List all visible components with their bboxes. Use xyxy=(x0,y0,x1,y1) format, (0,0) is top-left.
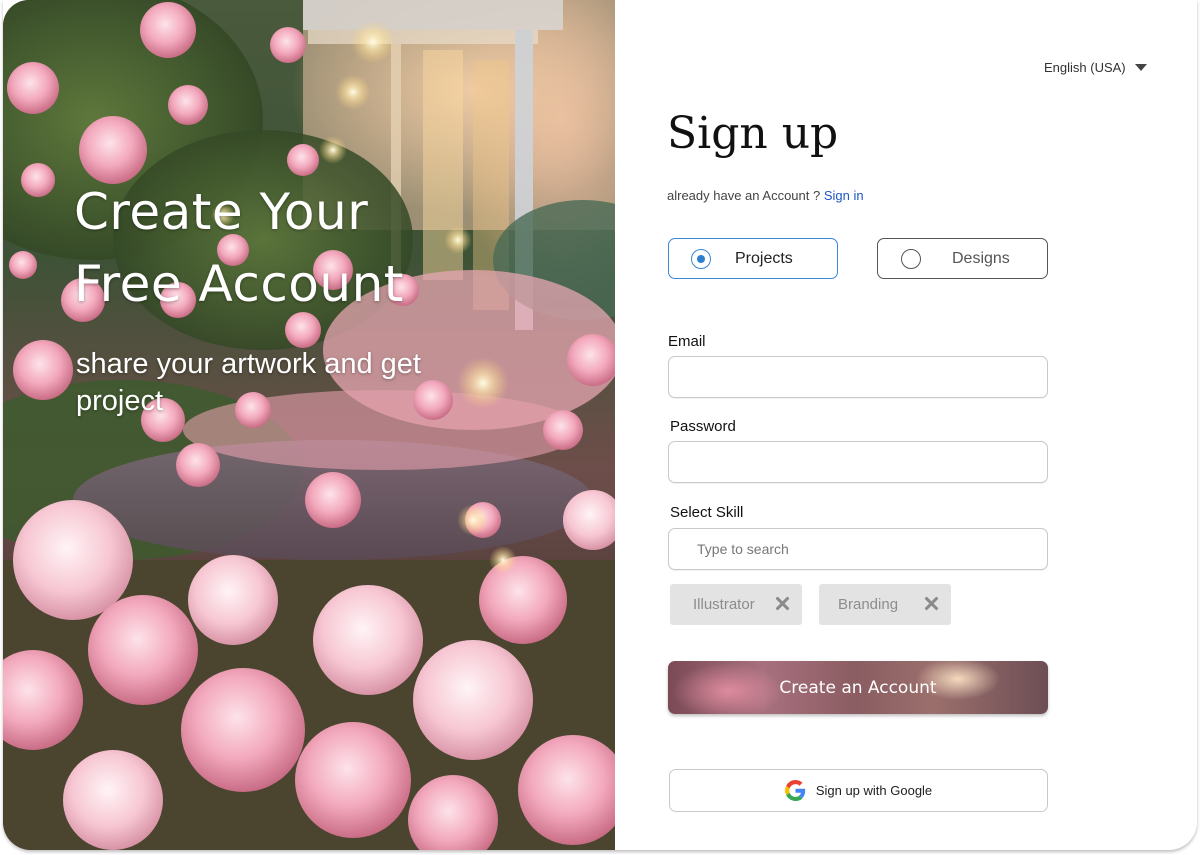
skill-chip-label: Branding xyxy=(838,596,899,613)
page-title: Sign up xyxy=(667,108,839,159)
account-type-label: Projects xyxy=(735,249,793,267)
language-label: English (USA) xyxy=(1044,60,1126,75)
google-signup-button[interactable]: Sign up with Google xyxy=(669,769,1048,812)
signin-link[interactable]: Sign in xyxy=(824,188,864,203)
password-field[interactable] xyxy=(668,441,1048,483)
create-account-button[interactable]: Create an Account xyxy=(668,661,1048,714)
radio-unselected-icon xyxy=(901,248,921,269)
radio-selected-icon xyxy=(691,248,711,269)
account-type-label: Designs xyxy=(952,249,1010,267)
password-label: Password xyxy=(670,418,736,435)
remove-icon[interactable] xyxy=(775,596,790,611)
signin-prompt: already have an Account ? Sign in xyxy=(667,188,864,203)
hero-subtitle: share your artwork and get project xyxy=(76,348,421,417)
account-type-designs[interactable]: Designs xyxy=(877,238,1048,279)
google-button-label: Sign up with Google xyxy=(815,783,933,798)
skill-search-input[interactable] xyxy=(668,528,1048,570)
account-prompt-text: already have an Account ? xyxy=(667,188,821,203)
email-field[interactable] xyxy=(668,356,1048,398)
skill-chip-branding: Branding xyxy=(819,584,951,625)
chevron-down-icon xyxy=(1134,64,1147,71)
hero-title: Create Your Free Account xyxy=(74,176,554,320)
language-selector[interactable]: English (USA) xyxy=(1044,60,1147,75)
email-label: Email xyxy=(668,333,706,350)
skill-label: Select Skill xyxy=(670,504,744,521)
rose-garden-illustration xyxy=(3,0,615,850)
google-icon xyxy=(784,780,805,801)
hero-title-line-2: Free Account xyxy=(74,255,404,313)
remove-icon[interactable] xyxy=(924,596,939,611)
signup-page: Create Your Free Account share your artw… xyxy=(3,0,1197,850)
hero-title-line-1: Create Your xyxy=(74,183,369,241)
skill-chip-illustrator: Illustrator xyxy=(670,584,802,625)
account-type-projects[interactable]: Projects xyxy=(668,238,838,279)
skill-chip-label: Illustrator xyxy=(693,596,755,613)
hero-panel: Create Your Free Account share your artw… xyxy=(3,0,615,850)
